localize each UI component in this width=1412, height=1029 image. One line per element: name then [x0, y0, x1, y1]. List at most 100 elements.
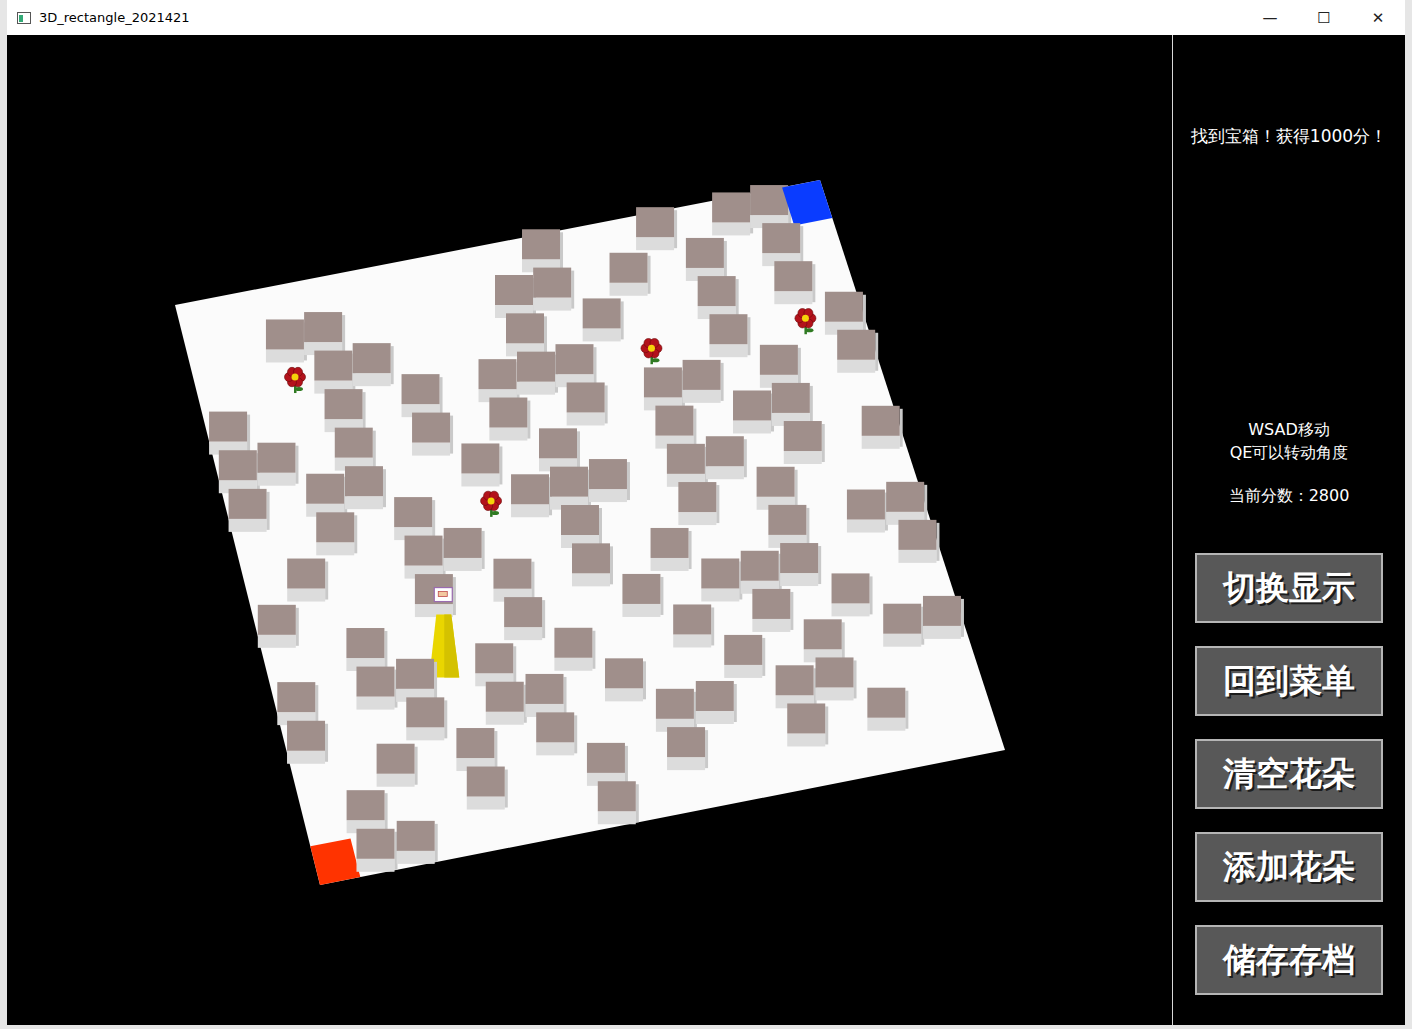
- wall-cube: [587, 743, 628, 786]
- wall-cube: [724, 635, 765, 678]
- wall-cube: [325, 389, 366, 432]
- wall-cube: [709, 314, 750, 357]
- wall-cube: [701, 558, 742, 601]
- close-button[interactable]: ✕: [1351, 9, 1405, 27]
- wall-cube: [757, 467, 798, 510]
- wall-cube: [287, 559, 328, 602]
- instructions: WSAD移动QE可以转动角度: [1230, 418, 1349, 464]
- wall-cube: [762, 223, 803, 266]
- wall-cube: [622, 574, 663, 617]
- wall-cube: [655, 406, 696, 449]
- menu-button[interactable]: 回到菜单: [1195, 646, 1383, 716]
- wall-cube: [287, 721, 328, 764]
- wall-cube: [572, 543, 613, 586]
- wall-cube: [683, 360, 724, 403]
- wall-cube: [768, 505, 809, 548]
- wall-cube: [862, 406, 903, 449]
- wall-cube: [511, 474, 552, 517]
- wall-cube: [377, 744, 418, 787]
- wall-cube: [898, 520, 939, 563]
- wall-cube: [517, 352, 558, 395]
- wall-cube: [733, 390, 774, 433]
- wall-cube: [644, 367, 685, 410]
- wall-cube: [567, 382, 608, 425]
- wall-cube: [316, 512, 357, 555]
- wall-cube: [219, 450, 260, 493]
- wall-cube: [347, 790, 388, 833]
- wall-cube: [784, 421, 825, 464]
- wall-cube: [651, 528, 692, 571]
- wall-cube: [396, 659, 437, 702]
- maximize-button[interactable]: ☐: [1297, 9, 1351, 27]
- wall-cube: [847, 490, 888, 533]
- wall-cube: [489, 398, 530, 441]
- maze-floor: [175, 180, 1005, 885]
- wall-cube: [506, 313, 547, 356]
- wall-cube: [561, 505, 602, 548]
- wall-cube: [539, 428, 580, 471]
- wall-cube: [356, 667, 397, 710]
- wall-cube: [550, 467, 591, 510]
- menu-button[interactable]: 切换显示: [1195, 553, 1383, 623]
- status-message: 找到宝箱！获得1000分！: [1191, 125, 1387, 148]
- wall-cube: [752, 589, 793, 632]
- menu-button[interactable]: 添加花朵: [1195, 832, 1383, 902]
- wall-cube: [257, 443, 298, 486]
- wall-cube: [415, 574, 456, 617]
- wall-cube: [610, 253, 651, 296]
- wall-cube: [402, 374, 443, 417]
- wall-cube: [837, 330, 878, 373]
- wall-cube: [479, 359, 520, 402]
- wall-cube: [304, 312, 345, 355]
- wall-cube: [522, 229, 563, 272]
- exit-tile: [782, 180, 832, 225]
- score: 当前分数：2800: [1229, 486, 1350, 507]
- score-value: 2800: [1309, 486, 1350, 507]
- wall-cube: [555, 344, 596, 387]
- wall-cube: [405, 536, 446, 579]
- wall-cube: [706, 436, 747, 479]
- wall-cube: [406, 697, 447, 740]
- wall-cube: [589, 459, 630, 502]
- wall-cube: [229, 489, 270, 532]
- instruction-line: WSAD移动: [1248, 418, 1330, 441]
- wall-cube: [636, 207, 677, 250]
- wall-cube: [335, 428, 376, 471]
- wall-cube: [804, 619, 845, 662]
- wall-cube: [605, 658, 646, 701]
- wall-cube: [526, 674, 567, 717]
- wall-cube: [461, 443, 502, 486]
- flower-icon[interactable]: [795, 309, 816, 335]
- flower-icon[interactable]: [285, 367, 306, 393]
- flower-icon[interactable]: [641, 338, 662, 364]
- wall-cube: [346, 628, 387, 671]
- wall-cube: [678, 482, 719, 525]
- menu-button[interactable]: 储存存档: [1195, 925, 1383, 995]
- minimize-button[interactable]: —: [1243, 9, 1297, 27]
- start-tile: [310, 838, 360, 885]
- wall-cube: [776, 665, 817, 708]
- wall-cube: [832, 573, 873, 616]
- wall-cube: [696, 681, 737, 724]
- wall-cube: [314, 351, 355, 394]
- wall-cube: [554, 628, 595, 671]
- flower-icon[interactable]: [481, 491, 502, 517]
- wall-cube: [356, 829, 397, 872]
- wall-cube: [816, 657, 857, 700]
- wall-cube: [533, 268, 574, 311]
- wall-cube: [686, 238, 727, 281]
- game-window: 3D_rectangle_2021421 —☐✕ 找到宝箱！获得1000分！WS…: [7, 0, 1405, 1025]
- wall-cube: [475, 643, 516, 686]
- wall-cube: [760, 345, 801, 388]
- menu-button[interactable]: 清空花朵: [1195, 739, 1383, 809]
- wall-cube: [394, 497, 435, 540]
- wall-cube: [598, 781, 639, 824]
- wall-cube: [583, 298, 624, 341]
- maze-view[interactable]: [7, 35, 1173, 1025]
- side-panel: 找到宝箱！获得1000分！ WSAD移动QE可以转动角度当前分数：2800 切换显示…: [1173, 35, 1405, 1025]
- wall-cube: [353, 343, 394, 386]
- wall-cube: [504, 597, 545, 640]
- wall-cube: [787, 703, 828, 746]
- wall-cube: [923, 596, 964, 639]
- wall-cube: [412, 413, 453, 456]
